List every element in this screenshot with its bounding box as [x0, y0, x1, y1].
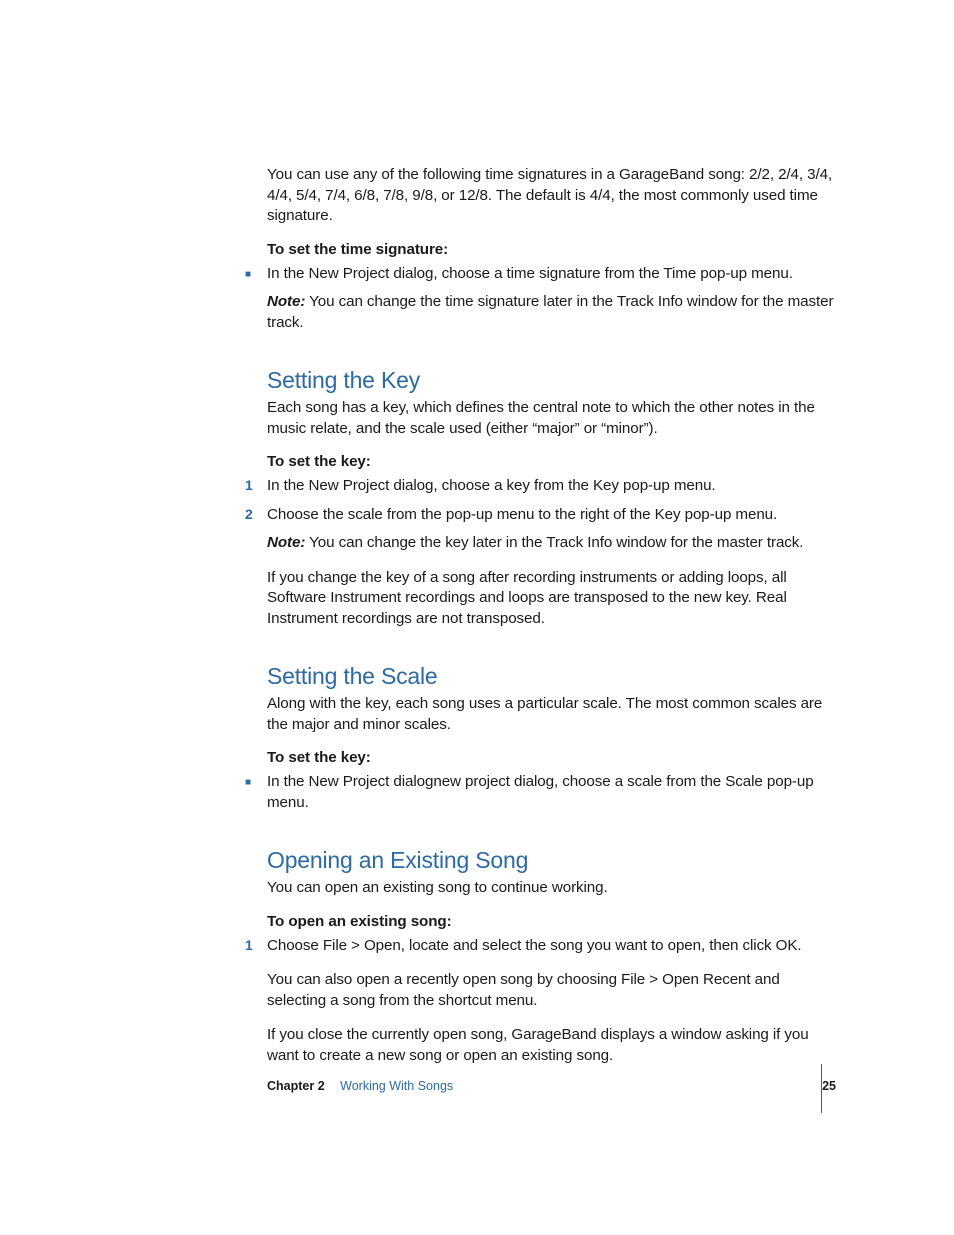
list-item: 1 In the New Project dialog, choose a ke…: [267, 476, 842, 497]
instruction-title-scale: To set the key:: [267, 749, 842, 766]
bullet-icon: ■: [245, 776, 251, 790]
instruction-title-key: To set the key:: [267, 453, 842, 470]
step-text: In the New Project dialognew project dia…: [267, 773, 814, 811]
open-steps: 1 Choose File > Open, locate and select …: [267, 936, 842, 957]
list-item: 1 Choose File > Open, locate and select …: [267, 936, 842, 957]
instruction-title-open: To open an existing song:: [267, 913, 842, 930]
step-text: In the New Project dialog, choose a key …: [267, 477, 716, 494]
note: Note: You can change the key later in th…: [267, 533, 842, 554]
heading-opening-existing-song: Opening an Existing Song: [267, 847, 842, 874]
note-label: Note:: [267, 534, 305, 551]
step-number: 1: [245, 936, 253, 955]
chapter-name: Working With Songs: [340, 1079, 453, 1093]
open-paragraph-2: You can also open a recently open song b…: [267, 970, 842, 1011]
step-text: Choose the scale from the pop-up menu to…: [267, 506, 777, 523]
step-number: 1: [245, 476, 253, 495]
note-text: You can change the time signature later …: [267, 293, 833, 331]
note-label: Note:: [267, 293, 305, 310]
time-signature-steps: ■ In the New Project dialog, choose a ti…: [267, 264, 842, 334]
page-number: 25: [822, 1079, 836, 1093]
open-paragraph-3: If you close the currently open song, Ga…: [267, 1025, 842, 1066]
chapter-label: Chapter 2: [267, 1079, 325, 1093]
scale-steps: ■ In the New Project dialognew project d…: [267, 772, 842, 813]
note: Note: You can change the time signature …: [267, 292, 842, 333]
heading-setting-scale: Setting the Scale: [267, 663, 842, 690]
instruction-title-time-signature: To set the time signature:: [267, 241, 842, 258]
intro-paragraph: You can use any of the following time si…: [267, 165, 842, 227]
open-paragraph-1: You can open an existing song to continu…: [267, 878, 842, 899]
step-text: Choose File > Open, locate and select th…: [267, 937, 802, 954]
scale-paragraph-1: Along with the key, each song uses a par…: [267, 694, 842, 735]
page-content: You can use any of the following time si…: [267, 165, 842, 1080]
list-item: ■ In the New Project dialog, choose a ti…: [267, 264, 842, 334]
list-item: ■ In the New Project dialognew project d…: [267, 772, 842, 813]
footer-divider: [821, 1064, 822, 1113]
step-number: 2: [245, 505, 253, 524]
key-paragraph-2: If you change the key of a song after re…: [267, 568, 842, 630]
page-footer: Chapter 2 Working With Songs 25: [267, 1079, 842, 1128]
bullet-icon: ■: [245, 268, 251, 282]
list-item: 2 Choose the scale from the pop-up menu …: [267, 505, 842, 554]
key-paragraph-1: Each song has a key, which defines the c…: [267, 398, 842, 439]
step-text: In the New Project dialog, choose a time…: [267, 265, 793, 282]
heading-setting-key: Setting the Key: [267, 367, 842, 394]
note-text: You can change the key later in the Trac…: [305, 534, 803, 551]
key-steps: 1 In the New Project dialog, choose a ke…: [267, 476, 842, 554]
